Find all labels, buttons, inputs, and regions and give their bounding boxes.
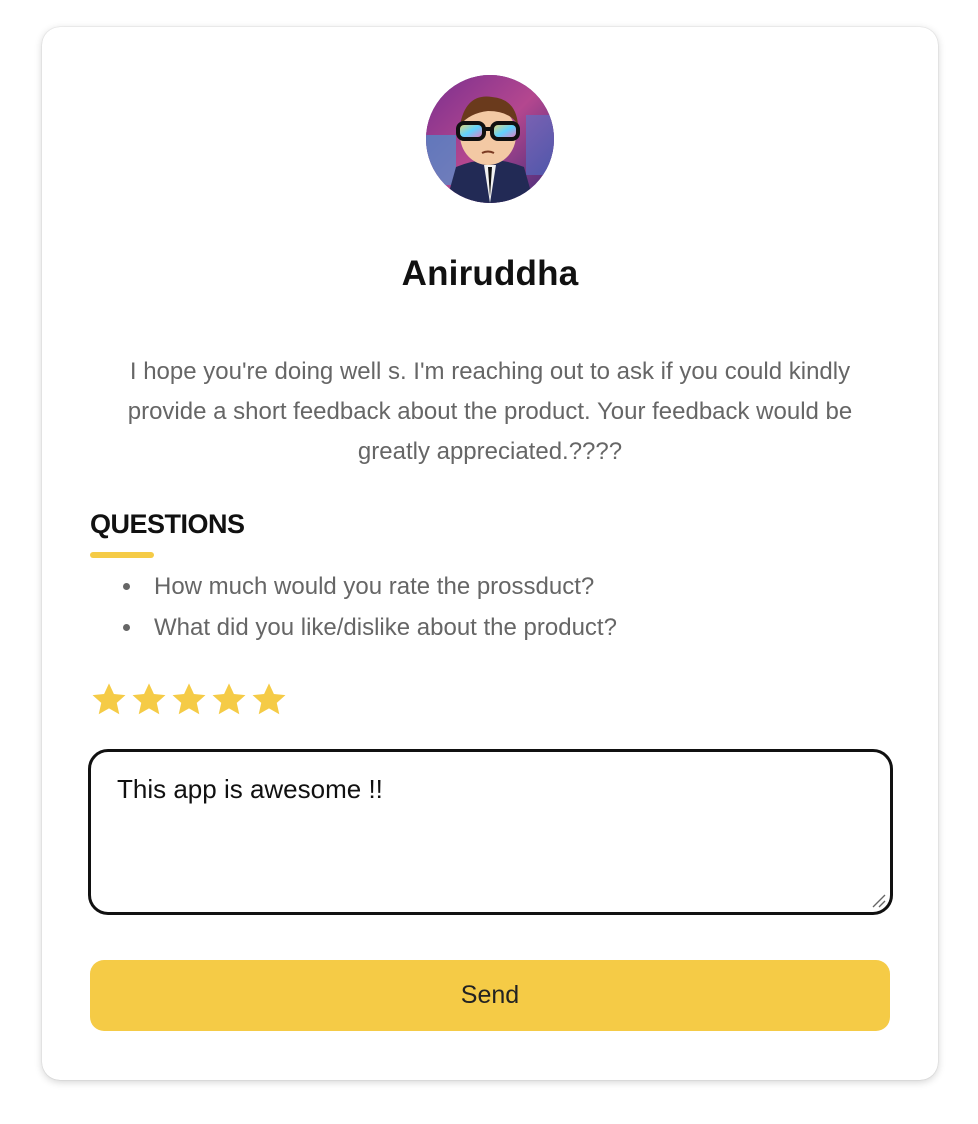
questions-heading-underline — [90, 552, 154, 558]
bullet-icon — [123, 583, 130, 590]
question-text: What did you like/dislike about the prod… — [154, 614, 617, 641]
send-button[interactable]: Send — [90, 960, 890, 1031]
star-icon-3[interactable] — [170, 680, 208, 720]
questions-list: How much would you rate the prossduct? W… — [120, 566, 617, 648]
questions-heading: QUESTIONS — [90, 509, 245, 539]
question-item: How much would you rate the prossduct? — [120, 566, 617, 607]
feedback-textarea[interactable] — [88, 749, 893, 915]
star-icon-1[interactable] — [90, 680, 128, 720]
avatar-image — [426, 75, 554, 203]
intro-text: I hope you're doing well s. I'm reaching… — [127, 358, 853, 465]
star-icon-2[interactable] — [130, 680, 168, 720]
question-text: How much would you rate the prossduct? — [154, 573, 595, 600]
resize-grip-icon[interactable] — [870, 892, 886, 908]
bullet-icon — [123, 624, 130, 631]
avatar — [426, 75, 554, 203]
star-rating — [90, 680, 288, 720]
profile-name: Aniruddha — [401, 254, 579, 293]
star-icon-4[interactable] — [210, 680, 248, 720]
question-item: What did you like/dislike about the prod… — [120, 607, 617, 648]
star-icon-5[interactable] — [250, 680, 288, 720]
